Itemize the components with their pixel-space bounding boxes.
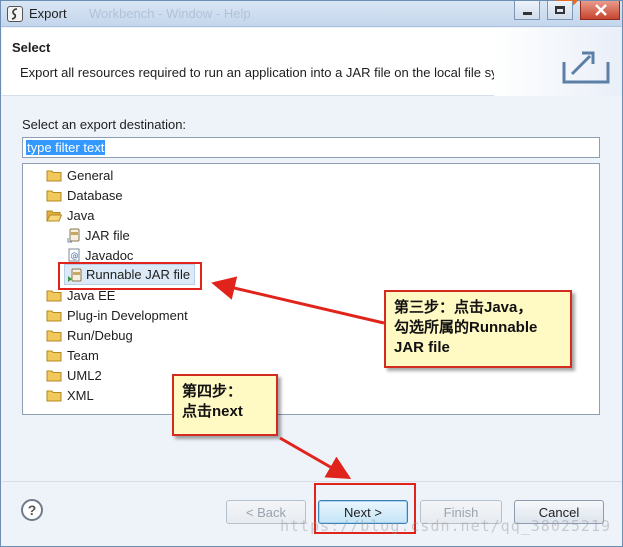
tree-item-java[interactable]: Java [46, 205, 94, 225]
maximize-button[interactable] [547, 1, 573, 20]
tree-item-label: Team [67, 347, 99, 363]
help-icon: ? [27, 502, 37, 518]
step3-line2: 勾选所属的Runnable [394, 319, 538, 336]
folder-icon [46, 289, 62, 302]
window-title: Export [29, 6, 67, 21]
header-banner [494, 28, 622, 96]
folder-icon [46, 329, 62, 342]
runnable-jar-highlight [58, 262, 202, 290]
close-icon [595, 4, 607, 16]
filter-input-text: type filter text [26, 140, 106, 155]
button-bar-separator [2, 481, 622, 482]
folder-icon [46, 389, 62, 402]
jar-file-icon [66, 227, 82, 243]
title-bar: Export Workbench - Window - Help [1, 0, 622, 27]
tree-item-xml[interactable]: XML [46, 385, 94, 405]
export-dialog: Export Workbench - Window - Help Select … [0, 0, 623, 547]
page-title: Select [12, 40, 51, 55]
tree-item-label: XML [67, 387, 94, 403]
tree-item-label: General [67, 167, 114, 183]
folder-icon [46, 369, 62, 382]
tree-item-team[interactable]: Team [46, 345, 99, 365]
destination-label: Select an export destination: [22, 117, 187, 132]
step3-callout: 第三步：点击Java， 勾选所属的Runnable JAR file [384, 290, 572, 368]
tree-item-database[interactable]: Database [46, 185, 123, 205]
export-wizard-icon [562, 51, 610, 84]
tree-item-uml2[interactable]: UML2 [46, 365, 102, 385]
tree-item-jar-file[interactable]: JAR file [66, 225, 130, 245]
tree-item-label: Run/Debug [67, 327, 133, 343]
folder-open-icon [46, 209, 62, 222]
watermark-text: https://blog.csdn.net/qq_38025219 [280, 517, 612, 535]
step4-line1: 第四步： [182, 383, 243, 400]
folder-icon [46, 349, 62, 362]
tree-item-label: Plug-in Development [67, 307, 188, 323]
tree-item-label: Javadoc [85, 247, 134, 263]
maximize-icon [555, 6, 565, 14]
close-button[interactable] [580, 1, 620, 20]
javadoc-icon: @ [66, 247, 82, 263]
tree-item-label: Database [67, 187, 123, 203]
wizard-header: Select Export all resources required to … [2, 28, 622, 96]
minimize-icon [522, 11, 532, 15]
tree-item-run-debug[interactable]: Run/Debug [46, 325, 133, 345]
folder-icon [46, 169, 62, 182]
eclipse-app-icon [7, 6, 23, 22]
tree-item-label: JAR file [85, 227, 130, 243]
svg-text:@: @ [71, 251, 79, 260]
tree-item-plugin-development[interactable]: Plug-in Development [46, 305, 188, 325]
step3-line1: 第三步：点击Java， [394, 299, 533, 316]
background-window-title: Workbench - Window - Help [89, 6, 251, 21]
tree-item-general[interactable]: General [46, 165, 113, 185]
folder-icon [46, 309, 62, 322]
help-button[interactable]: ? [21, 499, 43, 521]
tree-item-label: UML2 [67, 367, 102, 383]
minimize-button[interactable] [514, 1, 540, 20]
step4-line2: 点击next [182, 403, 243, 420]
folder-icon [46, 189, 62, 202]
step4-callout: 第四步： 点击next [172, 374, 278, 436]
step3-line3: JAR file [394, 339, 450, 356]
filter-input[interactable]: type filter text [22, 137, 600, 158]
tree-item-label: Java [67, 207, 95, 223]
page-description: Export all resources required to run an … [20, 65, 530, 80]
step4-arrow [279, 436, 352, 479]
